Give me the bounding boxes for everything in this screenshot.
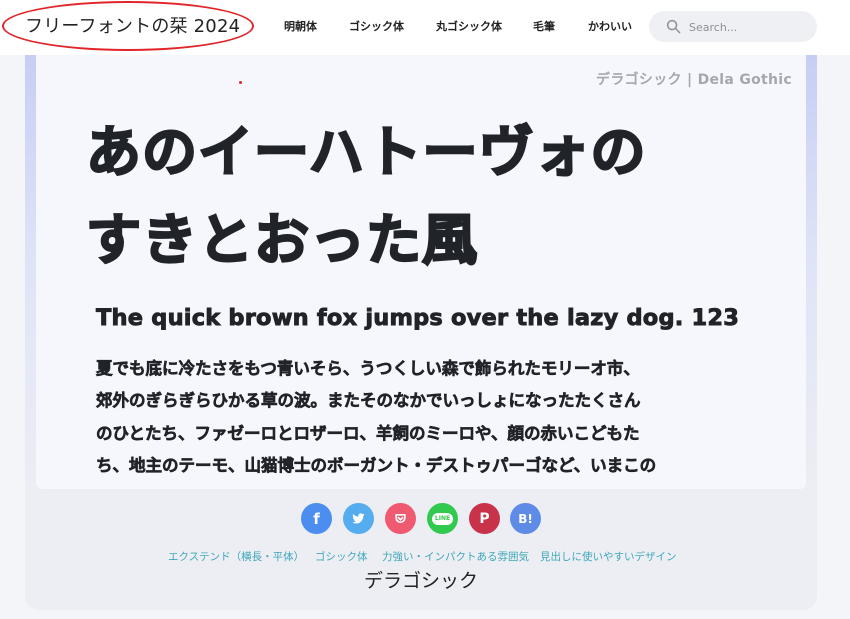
search-icon [666, 19, 681, 34]
red-dot [239, 81, 242, 84]
share-twitter-button[interactable] [343, 503, 374, 534]
preview-heading-line-1: あのイーハトーヴォの [85, 120, 647, 184]
nav-item-cute[interactable]: かわいい [588, 18, 632, 34]
preview-body-line-1: 夏でも底に冷たさをもつ青いそら、うつくしい森で飾られたモリーオ市、 [96, 359, 640, 379]
font-name-label: デラゴシック | Dela Gothic [596, 72, 792, 88]
hatena-icon: B! [518, 511, 533, 526]
share-pinterest-button[interactable]: P [469, 503, 500, 534]
line-icon: LINE [431, 512, 454, 525]
share-pocket-button[interactable] [385, 503, 416, 534]
preview-body-line-4: ち、地主のテーモ、山猫博士のボーガント・デストゥパーゴなど、いまこの [96, 456, 657, 476]
pinterest-icon: P [479, 510, 490, 527]
site-header: フリーフォントの栞 2024 明朝体 ゴシック体 丸ゴシック体 毛筆 かわいい [0, 0, 850, 55]
tag-extend[interactable]: エクステンド（横長・平体） [168, 549, 304, 564]
preview-heading-line-2: すきとおった風 [85, 208, 479, 272]
site-logo[interactable]: フリーフォントの栞 2024 [25, 12, 240, 38]
tag-powerful[interactable]: 力強い・インパクトある雰囲気 [382, 549, 529, 564]
pocket-icon [395, 513, 406, 524]
search-input[interactable] [689, 18, 807, 36]
nav-item-mincho[interactable]: 明朝体 [284, 18, 317, 34]
tag-gothic[interactable]: ゴシック体 [315, 549, 368, 564]
share-hatena-button[interactable]: B! [510, 503, 541, 534]
search-box[interactable] [649, 11, 817, 42]
font-preview: デラゴシック | Dela Gothic あのイーハトーヴォの すきとおった風 … [36, 55, 806, 489]
nav-item-brush[interactable]: 毛筆 [533, 18, 555, 34]
share-line-button[interactable]: LINE [427, 503, 458, 534]
twitter-icon [352, 513, 365, 524]
font-title[interactable]: デラゴシック [0, 566, 842, 593]
nav-item-maru-gothic[interactable]: 丸ゴシック体 [436, 18, 502, 34]
preview-body-line-3: のひとたち、ファゼーロとロザーロ、羊飼のミーロや、顔の赤いこどもた [96, 424, 640, 444]
tag-heading[interactable]: 見出しに使いやすいデザイン [540, 549, 677, 564]
nav-item-gothic[interactable]: ゴシック体 [349, 18, 404, 34]
share-facebook-button[interactable]: f [301, 503, 332, 534]
facebook-icon: f [313, 509, 320, 528]
preview-body-line-2: 郊外のぎらぎらひかる草の波。またそのなかでいっしょになったたくさん [96, 391, 641, 411]
preview-pangram: The quick brown fox jumps over the lazy … [96, 305, 740, 332]
